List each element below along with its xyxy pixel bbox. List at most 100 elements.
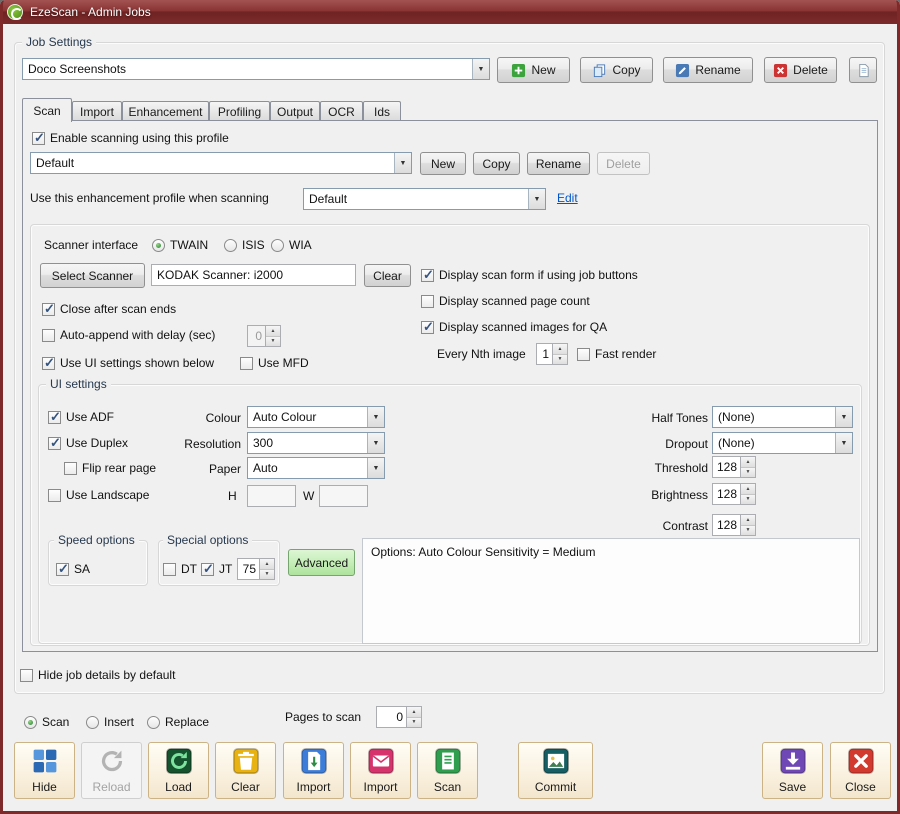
chevron-down-icon[interactable] bbox=[528, 189, 545, 209]
spinner-down-icon[interactable] bbox=[741, 468, 755, 478]
pages-to-scan-spinner[interactable]: 0 bbox=[376, 706, 422, 728]
save-button[interactable]: Save bbox=[762, 742, 823, 799]
chevron-down-icon[interactable] bbox=[394, 153, 411, 173]
checkbox-box[interactable] bbox=[48, 411, 61, 424]
display-images-qa-checkbox[interactable]: Display scanned images for QA bbox=[421, 320, 607, 334]
use-mfd-checkbox[interactable]: Use MFD bbox=[240, 356, 309, 370]
use-landscape-checkbox[interactable]: Use Landscape bbox=[48, 488, 149, 502]
radio-circle[interactable] bbox=[86, 716, 99, 729]
profile-rename-button[interactable]: Rename bbox=[527, 152, 590, 175]
spinner-buttons[interactable] bbox=[259, 559, 274, 579]
jt-spinner[interactable]: 75 bbox=[237, 558, 275, 580]
enable-scanning-checkbox[interactable]: Enable scanning using this profile bbox=[32, 131, 229, 145]
advanced-button[interactable]: Advanced bbox=[288, 549, 355, 576]
use-duplex-checkbox[interactable]: Use Duplex bbox=[48, 436, 128, 450]
threshold-spinner[interactable]: 128 bbox=[712, 456, 756, 478]
job-new-button[interactable]: New bbox=[497, 57, 570, 83]
load-button[interactable]: Load bbox=[148, 742, 209, 799]
every-nth-spinner[interactable]: 1 bbox=[536, 343, 568, 365]
mode-insert-radio[interactable]: Insert bbox=[86, 715, 134, 729]
enhancement-profile-select[interactable]: Default bbox=[303, 188, 546, 210]
checkbox-box[interactable] bbox=[64, 462, 77, 475]
width-field[interactable] bbox=[319, 485, 368, 507]
checkbox-box[interactable] bbox=[163, 563, 176, 576]
checkbox-box[interactable] bbox=[42, 303, 55, 316]
dt-checkbox[interactable]: DT bbox=[163, 562, 197, 576]
resolution-select[interactable]: 300 bbox=[247, 432, 385, 454]
close-button[interactable]: Close bbox=[830, 742, 891, 799]
height-field[interactable] bbox=[247, 485, 296, 507]
hide-job-details-checkbox[interactable]: Hide job details by default bbox=[20, 668, 175, 682]
checkbox-box[interactable] bbox=[421, 295, 434, 308]
spinner-buttons[interactable] bbox=[740, 457, 755, 477]
checkbox-box[interactable] bbox=[48, 437, 61, 450]
job-delete-button[interactable]: Delete bbox=[764, 57, 837, 83]
scan-button[interactable]: Scan bbox=[417, 742, 478, 799]
spinner-buttons[interactable] bbox=[406, 707, 421, 727]
spinner-up-icon[interactable] bbox=[260, 559, 274, 570]
radio-circle[interactable] bbox=[147, 716, 160, 729]
use-ui-settings-checkbox[interactable]: Use UI settings shown below bbox=[42, 356, 214, 370]
spinner-down-icon[interactable] bbox=[741, 526, 755, 536]
profile-new-button[interactable]: New bbox=[420, 152, 466, 175]
chevron-down-icon[interactable] bbox=[472, 59, 489, 79]
checkbox-box[interactable] bbox=[56, 563, 69, 576]
brightness-spinner[interactable]: 128 bbox=[712, 483, 756, 505]
spinner-down-icon[interactable] bbox=[553, 355, 567, 365]
edit-enhancement-link[interactable]: Edit bbox=[557, 191, 578, 205]
mode-replace-radio[interactable]: Replace bbox=[147, 715, 209, 729]
spinner-up-icon[interactable] bbox=[741, 457, 755, 468]
commit-button[interactable]: Commit bbox=[518, 742, 593, 799]
radio-circle[interactable] bbox=[224, 239, 237, 252]
scan-profile-select[interactable]: Default bbox=[30, 152, 412, 174]
fast-render-checkbox[interactable]: Fast render bbox=[577, 347, 656, 361]
tab-import[interactable]: Import bbox=[72, 101, 122, 121]
spinner-up-icon[interactable] bbox=[741, 484, 755, 495]
checkbox-box[interactable] bbox=[201, 563, 214, 576]
scanner-name-field[interactable]: KODAK Scanner: i2000 bbox=[151, 264, 356, 286]
tab-ids[interactable]: Ids bbox=[363, 101, 401, 121]
flip-rear-page-checkbox[interactable]: Flip rear page bbox=[64, 461, 156, 475]
job-select[interactable]: Doco Screenshots bbox=[22, 58, 490, 80]
job-notes-button[interactable] bbox=[849, 57, 877, 83]
chevron-down-icon[interactable] bbox=[367, 458, 384, 478]
checkbox-box[interactable] bbox=[32, 132, 45, 145]
chevron-down-icon[interactable] bbox=[367, 407, 384, 427]
checkbox-box[interactable] bbox=[421, 321, 434, 334]
spinner-down-icon[interactable] bbox=[260, 570, 274, 580]
use-adf-checkbox[interactable]: Use ADF bbox=[48, 410, 114, 424]
import-mail-button[interactable]: Import bbox=[350, 742, 411, 799]
auto-append-checkbox[interactable]: Auto-append with delay (sec) bbox=[42, 328, 215, 342]
close-after-scan-checkbox[interactable]: Close after scan ends bbox=[42, 302, 176, 316]
mode-scan-radio[interactable]: Scan bbox=[24, 715, 69, 729]
jt-checkbox[interactable]: JT bbox=[201, 562, 232, 576]
checkbox-box[interactable] bbox=[42, 329, 55, 342]
radio-circle[interactable] bbox=[271, 239, 284, 252]
select-scanner-button[interactable]: Select Scanner bbox=[40, 263, 145, 288]
checkbox-box[interactable] bbox=[577, 348, 590, 361]
contrast-spinner[interactable]: 128 bbox=[712, 514, 756, 536]
colour-select[interactable]: Auto Colour bbox=[247, 406, 385, 428]
chevron-down-icon[interactable] bbox=[367, 433, 384, 453]
tab-scan[interactable]: Scan bbox=[22, 98, 72, 122]
display-scan-form-checkbox[interactable]: Display scan form if using job buttons bbox=[421, 268, 638, 282]
spinner-down-icon[interactable] bbox=[741, 495, 755, 505]
half-tones-select[interactable]: (None) bbox=[712, 406, 853, 428]
spinner-down-icon[interactable] bbox=[407, 718, 421, 728]
checkbox-box[interactable] bbox=[20, 669, 33, 682]
job-rename-button[interactable]: Rename bbox=[663, 57, 753, 83]
spinner-buttons[interactable] bbox=[552, 344, 567, 364]
dropout-select[interactable]: (None) bbox=[712, 432, 853, 454]
import-button[interactable]: Import bbox=[283, 742, 344, 799]
tab-profiling[interactable]: Profiling bbox=[209, 101, 270, 121]
checkbox-box[interactable] bbox=[42, 357, 55, 370]
spinner-buttons[interactable] bbox=[740, 484, 755, 504]
spinner-buttons[interactable] bbox=[740, 515, 755, 535]
hide-button[interactable]: Hide bbox=[14, 742, 75, 799]
tab-ocr[interactable]: OCR bbox=[320, 101, 363, 121]
spinner-up-icon[interactable] bbox=[407, 707, 421, 718]
spinner-up-icon[interactable] bbox=[741, 515, 755, 526]
tab-enhancement[interactable]: Enhancement bbox=[122, 101, 209, 121]
job-copy-button[interactable]: Copy bbox=[580, 57, 653, 83]
display-page-count-checkbox[interactable]: Display scanned page count bbox=[421, 294, 590, 308]
